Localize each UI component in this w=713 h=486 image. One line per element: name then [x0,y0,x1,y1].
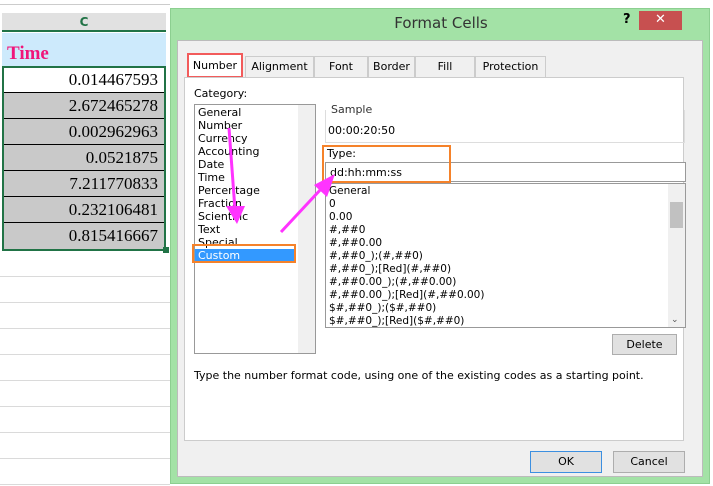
arrow-up-line [279,186,324,234]
arrow-down-line [227,127,237,211]
annotation-arrows [226,127,335,234]
arrow-down-head [226,206,245,224]
